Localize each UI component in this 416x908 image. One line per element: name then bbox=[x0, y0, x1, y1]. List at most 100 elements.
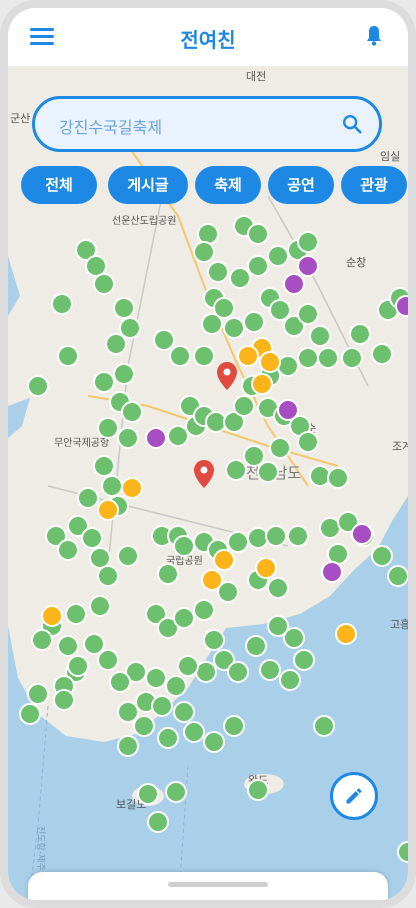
map-marker[interactable] bbox=[195, 661, 217, 683]
map-marker[interactable] bbox=[233, 395, 255, 417]
map-marker[interactable] bbox=[245, 635, 267, 657]
map-marker[interactable] bbox=[117, 545, 139, 567]
map-marker[interactable] bbox=[121, 401, 143, 423]
chip-festival[interactable]: 축제 bbox=[195, 166, 261, 204]
map-marker[interactable] bbox=[319, 517, 341, 539]
map-marker[interactable] bbox=[297, 255, 319, 277]
search-input[interactable] bbox=[57, 111, 321, 141]
map-marker[interactable] bbox=[113, 297, 135, 319]
map-marker[interactable] bbox=[197, 223, 219, 245]
map-marker[interactable] bbox=[259, 351, 281, 373]
map-marker[interactable] bbox=[247, 779, 269, 801]
map-marker[interactable] bbox=[251, 373, 273, 395]
map-marker[interactable] bbox=[157, 727, 179, 749]
map-marker[interactable] bbox=[297, 431, 319, 453]
map-marker[interactable] bbox=[27, 683, 49, 705]
map-marker[interactable] bbox=[341, 347, 363, 369]
map-marker[interactable] bbox=[259, 659, 281, 681]
map-marker[interactable] bbox=[193, 345, 215, 367]
map-marker[interactable] bbox=[297, 303, 319, 325]
map-marker[interactable] bbox=[121, 477, 143, 499]
map-marker[interactable] bbox=[145, 667, 167, 689]
map-marker[interactable] bbox=[243, 445, 265, 467]
map-marker[interactable] bbox=[83, 633, 105, 655]
map-marker[interactable] bbox=[255, 557, 277, 579]
map-marker[interactable] bbox=[225, 459, 247, 481]
map-marker[interactable] bbox=[247, 527, 269, 549]
map-marker[interactable] bbox=[85, 255, 107, 277]
map-marker[interactable] bbox=[237, 345, 259, 367]
map-marker[interactable] bbox=[119, 317, 141, 339]
map-marker[interactable] bbox=[97, 565, 119, 587]
map-marker[interactable] bbox=[97, 649, 119, 671]
map-marker[interactable] bbox=[101, 475, 123, 497]
map-marker[interactable] bbox=[57, 635, 79, 657]
map-marker[interactable] bbox=[267, 577, 289, 599]
map-marker[interactable] bbox=[173, 535, 195, 557]
map-marker[interactable] bbox=[371, 343, 393, 365]
map-marker[interactable] bbox=[265, 525, 287, 547]
map-marker[interactable] bbox=[321, 561, 343, 583]
map-marker[interactable] bbox=[351, 523, 373, 545]
map-marker[interactable] bbox=[213, 549, 235, 571]
map-marker[interactable] bbox=[283, 273, 305, 295]
map-marker[interactable] bbox=[227, 531, 249, 553]
map-marker[interactable] bbox=[173, 607, 195, 629]
map-marker[interactable] bbox=[277, 399, 299, 421]
map-marker[interactable] bbox=[51, 293, 73, 315]
map-marker[interactable] bbox=[397, 841, 408, 863]
sheet-handle[interactable] bbox=[168, 882, 268, 887]
map-marker[interactable] bbox=[227, 661, 249, 683]
map-marker[interactable] bbox=[201, 569, 223, 591]
write-post-button[interactable] bbox=[330, 772, 378, 820]
map-marker[interactable] bbox=[327, 467, 349, 489]
map-marker[interactable] bbox=[173, 701, 195, 723]
map-marker[interactable] bbox=[309, 325, 331, 347]
map-marker[interactable] bbox=[93, 455, 115, 477]
map-marker[interactable] bbox=[157, 563, 179, 585]
map-marker[interactable] bbox=[277, 355, 299, 377]
map-marker[interactable] bbox=[97, 499, 119, 521]
map-marker[interactable] bbox=[133, 715, 155, 737]
chip-all[interactable]: 전체 bbox=[21, 166, 97, 204]
map-marker[interactable] bbox=[279, 669, 301, 691]
map-marker[interactable] bbox=[257, 461, 279, 483]
map-marker[interactable] bbox=[349, 323, 371, 345]
chip-tourism[interactable]: 관광 bbox=[341, 166, 407, 204]
map-marker[interactable] bbox=[371, 545, 393, 567]
map-marker[interactable] bbox=[207, 261, 229, 283]
map-marker[interactable] bbox=[293, 649, 315, 671]
map-marker[interactable] bbox=[317, 347, 339, 369]
map-marker[interactable] bbox=[167, 425, 189, 447]
bell-icon[interactable] bbox=[362, 24, 386, 48]
map-marker[interactable] bbox=[97, 417, 119, 439]
map-marker[interactable] bbox=[105, 333, 127, 355]
map-marker[interactable] bbox=[201, 313, 223, 335]
map-marker[interactable] bbox=[41, 605, 63, 627]
map-marker[interactable] bbox=[89, 595, 111, 617]
map-view[interactable]: 대전 순창 임실 선운산도립공원 국립공원 군산 무안국제공항 화순 조계 전라… bbox=[8, 66, 408, 900]
map-marker[interactable] bbox=[93, 273, 115, 295]
map-marker[interactable] bbox=[117, 735, 139, 757]
map-marker[interactable] bbox=[77, 487, 99, 509]
map-marker[interactable] bbox=[67, 655, 89, 677]
map-marker[interactable] bbox=[229, 267, 251, 289]
map-marker[interactable] bbox=[223, 317, 245, 339]
map-marker[interactable] bbox=[287, 525, 309, 547]
map-marker[interactable] bbox=[31, 629, 53, 651]
map-marker[interactable] bbox=[151, 695, 173, 717]
map-marker[interactable] bbox=[313, 715, 335, 737]
map-marker[interactable] bbox=[183, 721, 205, 743]
map-marker[interactable] bbox=[177, 655, 199, 677]
map-marker[interactable] bbox=[169, 345, 191, 367]
map-marker[interactable] bbox=[153, 329, 175, 351]
map-marker[interactable] bbox=[297, 231, 319, 253]
map-marker[interactable] bbox=[247, 223, 269, 245]
map-marker[interactable] bbox=[53, 689, 75, 711]
search-icon[interactable] bbox=[341, 113, 363, 135]
map-marker[interactable] bbox=[223, 715, 245, 737]
map-marker[interactable] bbox=[19, 703, 41, 725]
map-marker[interactable] bbox=[387, 565, 408, 587]
map-marker[interactable] bbox=[243, 311, 265, 333]
bottom-sheet[interactable] bbox=[28, 872, 388, 900]
